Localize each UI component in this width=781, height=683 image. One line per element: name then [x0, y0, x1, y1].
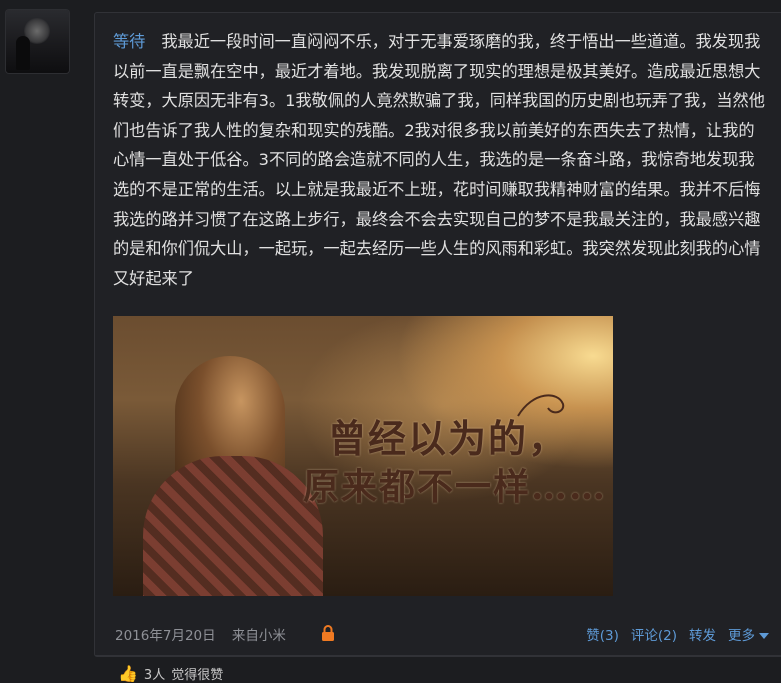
chevron-down-icon — [759, 633, 769, 639]
post-username[interactable]: 等待 — [113, 32, 145, 51]
like-count[interactable]: 3人 — [144, 664, 165, 683]
avatar-figure — [16, 36, 30, 70]
image-swirl-decoration — [517, 394, 565, 417]
post-body: 等待 我最近一段时间一直闷闷不乐，对于无事爱琢磨的我，终于悟出一些道道。我发现我以… — [113, 27, 765, 293]
more-label: 更多 — [728, 628, 755, 644]
user-avatar[interactable] — [6, 10, 69, 73]
like-text: 觉得很赞 — [171, 668, 224, 683]
post-image[interactable]: 曾经以为的， 原来都不一样…… — [113, 316, 613, 596]
thumbs-up-icon: 👍 — [118, 664, 138, 683]
card-divider — [95, 655, 781, 656]
post-meta: 2016年7月20日 来自小米 — [115, 624, 298, 644]
more-button[interactable]: 更多 — [728, 624, 769, 644]
lock-icon — [322, 625, 334, 641]
post-source: 来自小米 — [231, 628, 286, 644]
image-overlay-line2: 原来都不一样…… — [303, 466, 608, 508]
comment-button[interactable]: 评论(2) — [631, 624, 677, 644]
post-card: 等待 我最近一段时间一直闷闷不乐，对于无事爱琢磨的我，终于悟出一些道道。我发现我以… — [94, 12, 781, 657]
post-actions: 赞(3) 评论(2) 转发 更多 — [586, 624, 769, 644]
like-button[interactable]: 赞(3) — [586, 624, 619, 644]
post-date[interactable]: 2016年7月20日 — [115, 628, 216, 644]
post-text-content: 我最近一段时间一直闷闷不乐，对于无事爱琢磨的我，终于悟出一些道道。我发现我以前一… — [113, 32, 765, 288]
like-strip: 👍 3人 觉得很赞 — [118, 664, 223, 683]
share-button[interactable]: 转发 — [689, 624, 716, 644]
image-figure-body — [143, 456, 323, 596]
